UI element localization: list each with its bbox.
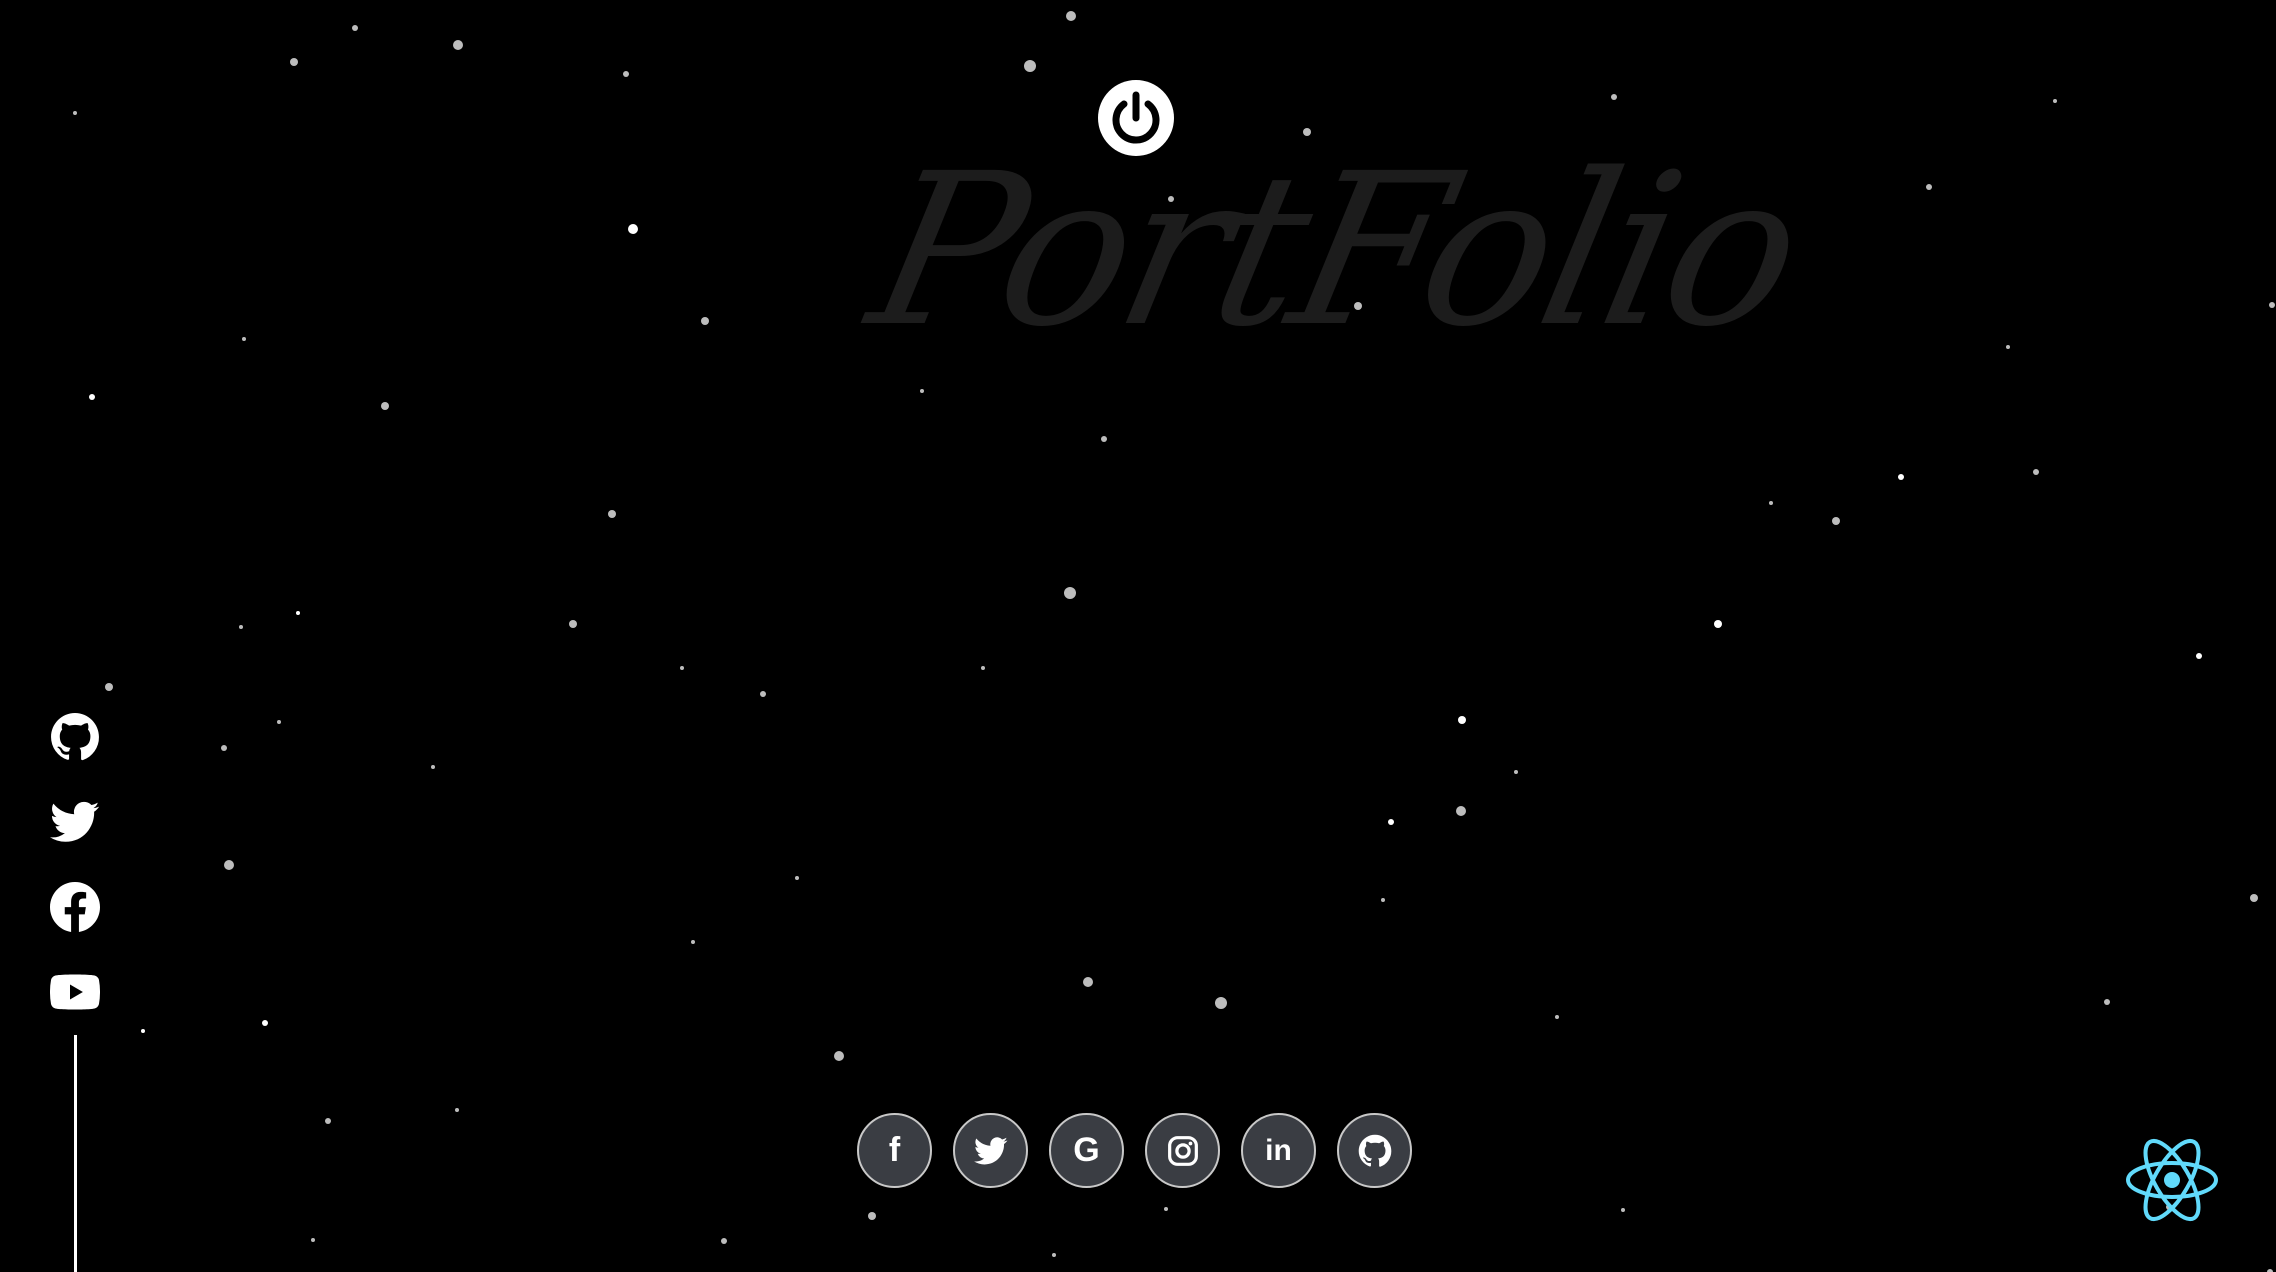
react-logo-icon (2126, 1138, 2218, 1222)
facebook-button[interactable]: f (857, 1113, 932, 1188)
instagram-button[interactable] (1145, 1113, 1220, 1188)
side-divider-line (74, 1035, 77, 1272)
twitter-icon (973, 1136, 1007, 1164)
side-youtube-link[interactable] (48, 965, 102, 1019)
side-twitter-link[interactable] (48, 795, 102, 849)
side-facebook-link[interactable] (48, 880, 102, 934)
facebook-icon: f (888, 1131, 901, 1169)
twitter-icon (50, 801, 100, 842)
linkedin-icon: in (1265, 1133, 1292, 1167)
power-button[interactable] (1098, 80, 1174, 156)
google-button[interactable]: G (1049, 1113, 1124, 1188)
portfolio-page: PortFolio f G in (0, 0, 2276, 1272)
google-icon: G (1073, 1131, 1100, 1169)
github-icon (51, 713, 99, 761)
side-github-link[interactable] (48, 710, 102, 764)
instagram-icon (1167, 1135, 1198, 1166)
youtube-icon (50, 974, 100, 1010)
linkedin-button[interactable]: in (1241, 1113, 1316, 1188)
github-button[interactable] (1337, 1113, 1412, 1188)
facebook-icon (50, 882, 100, 932)
side-social-bar (48, 710, 102, 1050)
github-icon (1358, 1134, 1391, 1167)
twitter-button[interactable] (953, 1113, 1028, 1188)
portfolio-watermark: PortFolio (853, 127, 1817, 373)
power-icon (1112, 91, 1160, 144)
bottom-social-bar: f G in (857, 1113, 1412, 1188)
